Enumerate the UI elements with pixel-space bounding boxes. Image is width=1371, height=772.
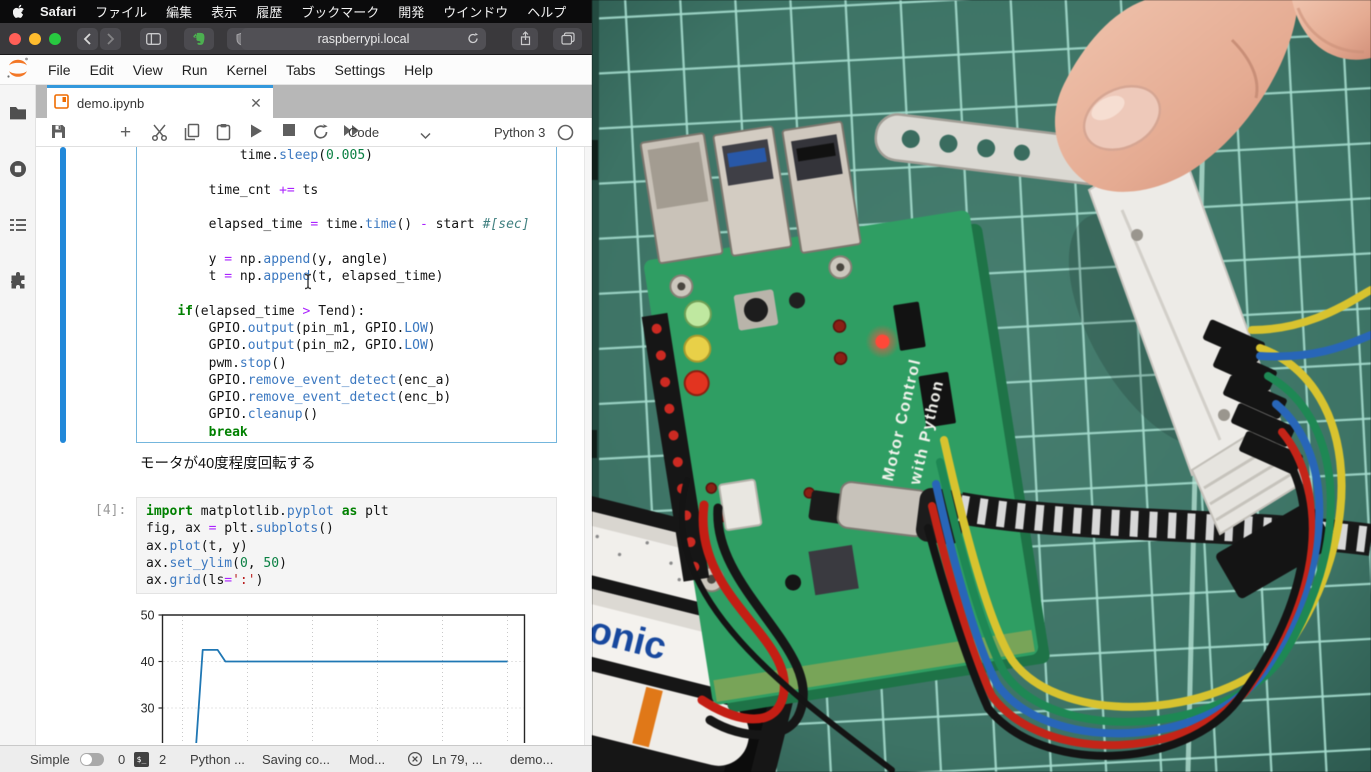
macos-menu-list: ファイル編集表示履歴ブックマーク開発ウインドウヘルプ <box>95 2 566 21</box>
file-browser-icon[interactable] <box>8 103 28 123</box>
filename-indicator: demo... <box>510 752 553 767</box>
reload-icon[interactable] <box>467 32 479 48</box>
cut-cells-button[interactable] <box>150 123 170 143</box>
add-cell-button[interactable]: + <box>120 122 140 142</box>
simple-mode-toggle[interactable] <box>80 753 104 766</box>
back-button[interactable] <box>77 28 98 50</box>
save-button[interactable] <box>50 123 70 143</box>
macos-menu-item[interactable]: 編集 <box>166 2 192 21</box>
jupyterlab-menu-item[interactable]: File <box>48 62 71 78</box>
forward-button[interactable] <box>100 28 121 50</box>
jupyterlab-menu-item[interactable]: Run <box>182 62 208 78</box>
simple-mode-label: Simple <box>30 752 70 767</box>
macos-menu-item[interactable]: ヘルプ <box>527 2 566 21</box>
jupyterlab-menu-item[interactable]: Edit <box>90 62 114 78</box>
notebook-scrollbar[interactable]: ‹ <box>584 147 592 745</box>
macos-menu-item[interactable]: ブックマーク <box>301 2 379 21</box>
jupyterlab-menu-item[interactable]: Kernel <box>226 62 266 78</box>
jupyterlab-menu-item[interactable]: Help <box>404 62 433 78</box>
tab-bar: demo.ipynb ✕ <box>36 85 592 118</box>
push-button <box>733 289 778 331</box>
cell-input-prompt: [4]: <box>95 503 126 518</box>
power-connector <box>719 479 762 530</box>
zoom-window-button[interactable] <box>49 33 61 45</box>
terminal-count[interactable]: 2 <box>159 752 166 767</box>
active-cell-collapser[interactable] <box>60 147 66 443</box>
kernel-count[interactable]: 0 <box>118 752 125 767</box>
code-cell2-source[interactable]: import matplotlib.pyplot as pltfig, ax =… <box>146 503 389 589</box>
notebook-toolbar: + Code <box>36 118 592 147</box>
kernel-status-icon[interactable] <box>557 124 577 144</box>
svg-text:50: 50 <box>141 609 155 623</box>
jupyterlab-menu-item[interactable]: Settings <box>335 62 386 78</box>
tab-title: demo.ipynb <box>77 96 144 111</box>
output-chart: 50 40 30 <box>136 603 536 743</box>
trust-indicator-icon <box>407 751 423 770</box>
window-controls <box>9 33 61 45</box>
svg-text:40: 40 <box>141 655 155 669</box>
mode-indicator: Mod... <box>349 752 385 767</box>
jupyterlab-menubar: File Edit View Run Kernel Tabs Settings Help <box>0 55 592 85</box>
jupyterlab-menu-item[interactable]: Tabs <box>286 62 316 78</box>
restart-kernel-button[interactable] <box>312 123 332 143</box>
copy-cells-button[interactable] <box>183 123 203 143</box>
interrupt-kernel-button[interactable] <box>282 123 302 143</box>
table-of-contents-icon[interactable] <box>8 215 28 235</box>
terminal-icon: $_ <box>134 752 149 767</box>
safari-window: Safari ファイル編集表示履歴ブックマーク開発ウインドウヘルプ <box>0 0 592 772</box>
macos-menu-item[interactable]: 開発 <box>398 2 424 21</box>
saving-status-text: Saving co... <box>262 752 330 767</box>
text-cursor-pointer <box>302 273 314 290</box>
close-window-button[interactable] <box>9 33 21 45</box>
share-button[interactable] <box>512 28 538 50</box>
code-cell-source[interactable]: time.sleep(0.005) time_cnt += ts elapsed… <box>146 147 530 441</box>
macos-menu-item[interactable]: ファイル <box>95 2 147 21</box>
hardware-photo: sonic <box>592 0 1371 772</box>
menubar-app-name[interactable]: Safari <box>40 4 76 19</box>
show-tabs-button[interactable] <box>553 28 582 50</box>
svg-text:30: 30 <box>141 702 155 716</box>
extension-manager-icon[interactable] <box>8 272 28 292</box>
macos-menu-item[interactable]: 表示 <box>211 2 237 21</box>
jupyter-logo <box>5 56 31 83</box>
address-bar[interactable]: raspberrypi.local <box>241 28 486 50</box>
screenshot-root: Safari ファイル編集表示履歴ブックマーク開発ウインドウヘルプ <box>0 0 1371 772</box>
markdown-cell[interactable]: モータが40度程度回転する <box>140 452 316 473</box>
run-cell-button[interactable] <box>249 123 269 143</box>
macos-menu-item[interactable]: ウインドウ <box>443 2 508 21</box>
tab-close-icon[interactable]: ✕ <box>249 96 263 110</box>
hat-pcb <box>643 209 1039 705</box>
address-bar-url: raspberrypi.local <box>318 32 410 46</box>
jupyterlab-statusbar: Simple 0 $_ 2 Python ... Saving co... Mo… <box>0 745 592 772</box>
notebook-icon <box>54 94 69 112</box>
macos-menubar: Safari ファイル編集表示履歴ブックマーク開発ウインドウヘルプ <box>0 0 592 23</box>
sidebar-toggle-button[interactable] <box>140 28 167 50</box>
minimize-window-button[interactable] <box>29 33 41 45</box>
kernel-name-button[interactable]: Python 3 <box>494 125 545 140</box>
jupyterlab-menu-list: File Edit View Run Kernel Tabs Settings Help <box>48 62 433 78</box>
cell-type-select[interactable]: Code <box>348 125 379 140</box>
running-kernels-icon[interactable] <box>8 159 28 179</box>
line-col-indicator[interactable]: Ln 79, ... <box>432 752 483 767</box>
tab-demo-ipynb[interactable]: demo.ipynb ✕ <box>47 85 273 118</box>
apple-logo-icon[interactable] <box>13 4 26 19</box>
evernote-extension-button[interactable] <box>184 28 214 50</box>
notebook-content[interactable]: time.sleep(0.005) time_cnt += ts elapsed… <box>36 147 592 745</box>
kernel-status-text[interactable]: Python ... <box>190 752 245 767</box>
chevron-down-icon[interactable] <box>420 127 440 147</box>
macos-menu-item[interactable]: 履歴 <box>256 2 282 21</box>
driver-chip <box>808 545 858 595</box>
paste-cells-button[interactable] <box>216 123 236 143</box>
jupyterlab-menu-item[interactable]: View <box>133 62 163 78</box>
safari-toolbar: raspberrypi.local <box>0 23 592 55</box>
usb-plug-metal <box>837 481 930 537</box>
jupyterlab-activity-bar <box>0 85 36 745</box>
